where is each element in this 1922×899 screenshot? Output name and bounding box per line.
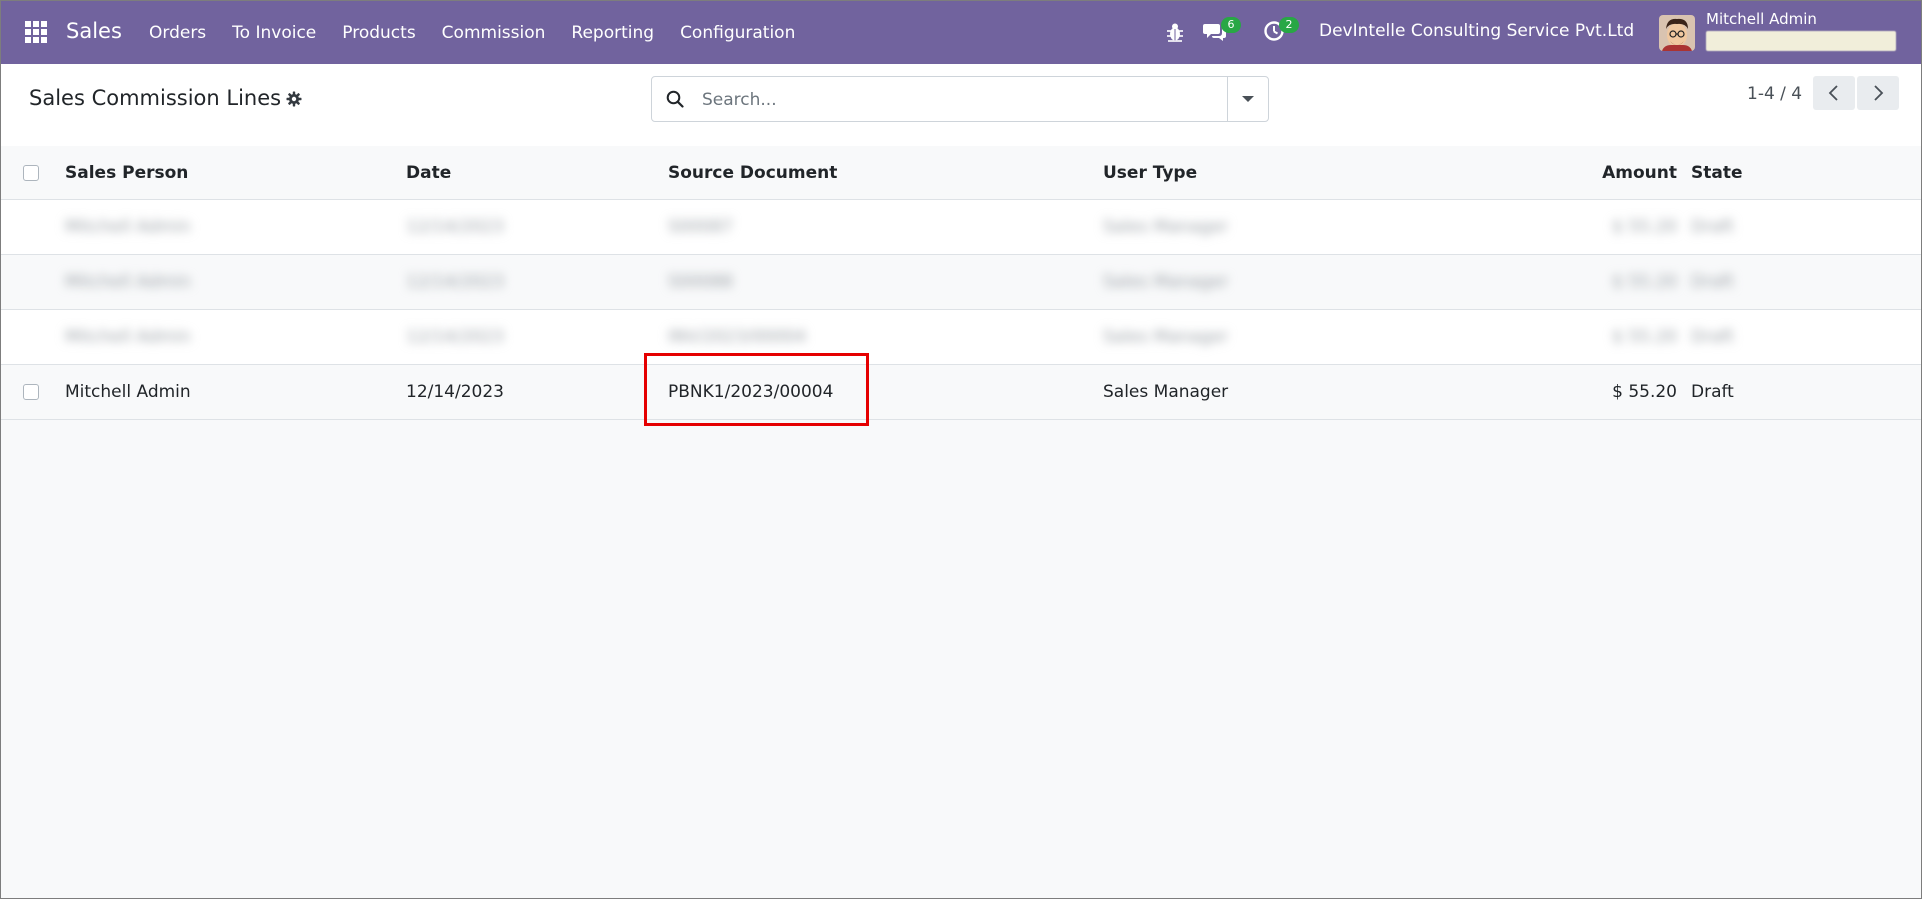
column-header-amount[interactable]: Amount: [1602, 146, 1677, 199]
chevron-left-icon: [1828, 85, 1838, 101]
user-type-cell: Sales Manager: [1103, 327, 1229, 347]
table-row-blurred[interactable]: Mitchell Admin 12/14/2023 S00087 Sales M…: [1, 200, 1921, 255]
table-row-blurred[interactable]: Mitchell Admin 12/14/2023 INV/2023/00004…: [1, 310, 1921, 365]
pager-previous-button[interactable]: [1813, 76, 1855, 110]
app-brand[interactable]: Sales: [66, 19, 122, 43]
user-type-cell: Sales Manager: [1103, 272, 1229, 292]
user-name[interactable]: Mitchell Admin: [1706, 10, 1817, 28]
sales-person-cell: Mitchell Admin: [65, 217, 191, 237]
state-cell: Draft: [1691, 327, 1734, 347]
systray: 6 2 DevIntelle Consulting Service Pvt.Lt…: [1165, 1, 1921, 64]
state-cell: Draft: [1691, 382, 1734, 402]
database-name-redacted: [1706, 31, 1896, 51]
menu-item-configuration[interactable]: Configuration: [667, 23, 808, 43]
user-type-cell: Sales Manager: [1103, 217, 1229, 237]
state-cell: Draft: [1691, 217, 1734, 237]
amount-cell: $ 55.20: [1612, 382, 1677, 402]
sales-person-cell: Mitchell Admin: [65, 327, 191, 347]
user-type-cell: Sales Manager: [1103, 382, 1229, 402]
column-header-state[interactable]: State: [1691, 146, 1743, 199]
amount-cell: $ 55.20: [1612, 217, 1677, 237]
source-document-cell: INV/2023/00004: [668, 327, 807, 347]
main-menu: Orders To Invoice Products Commission Re…: [136, 1, 808, 64]
page-title: Sales Commission Lines: [29, 86, 282, 110]
control-panel: Sales Commission Lines 1-4 / 4: [1, 64, 1921, 147]
menu-item-products[interactable]: Products: [329, 23, 428, 43]
date-cell: 12/14/2023: [406, 327, 504, 347]
amount-cell: $ 55.20: [1612, 327, 1677, 347]
column-header-sales-person[interactable]: Sales Person: [65, 146, 188, 199]
column-header-source-document[interactable]: Source Document: [668, 146, 837, 199]
top-navbar: Sales Orders To Invoice Products Commiss…: [1, 1, 1921, 64]
menu-item-reporting[interactable]: Reporting: [558, 23, 667, 43]
menu-item-to-invoice[interactable]: To Invoice: [219, 23, 329, 43]
bug-icon[interactable]: [1165, 21, 1185, 43]
chevron-right-icon: [1874, 85, 1884, 101]
date-cell: 12/14/2023: [406, 382, 504, 402]
menu-item-orders[interactable]: Orders: [136, 23, 219, 43]
messages-count-badge: 6: [1221, 17, 1241, 33]
search-icon: [666, 90, 684, 108]
gear-icon[interactable]: [286, 91, 302, 107]
caret-down-icon: [1242, 96, 1254, 102]
row-checkbox[interactable]: [23, 384, 39, 400]
search-input[interactable]: [700, 77, 1204, 123]
pager-value[interactable]: 1-4 / 4: [1747, 84, 1802, 104]
commission-lines-list: Sales Person Date Source Document User T…: [1, 146, 1921, 420]
source-document-cell: S00087: [668, 217, 733, 237]
date-cell: 12/14/2023: [406, 217, 504, 237]
pager-next-button[interactable]: [1857, 76, 1899, 110]
source-document-cell: PBNK1/2023/00004: [668, 382, 834, 402]
table-row[interactable]: Mitchell Admin 12/14/2023 PBNK1/2023/000…: [1, 365, 1921, 420]
sales-person-cell: Mitchell Admin: [65, 382, 191, 402]
user-avatar[interactable]: [1659, 15, 1695, 51]
state-cell: Draft: [1691, 272, 1734, 292]
source-document-cell: S00088: [668, 272, 733, 292]
company-switcher[interactable]: DevIntelle Consulting Service Pvt.Ltd: [1319, 21, 1634, 41]
search-options-toggle[interactable]: [1227, 77, 1268, 121]
search-bar: [651, 76, 1269, 123]
activities-count-badge: 2: [1279, 17, 1299, 33]
column-header-date[interactable]: Date: [406, 146, 451, 199]
menu-item-commission[interactable]: Commission: [429, 23, 559, 43]
select-all-checkbox[interactable]: [23, 164, 39, 181]
date-cell: 12/14/2023: [406, 272, 504, 292]
table-header: Sales Person Date Source Document User T…: [1, 146, 1921, 200]
table-row-blurred[interactable]: Mitchell Admin 12/14/2023 S00088 Sales M…: [1, 255, 1921, 310]
sales-person-cell: Mitchell Admin: [65, 272, 191, 292]
column-header-user-type[interactable]: User Type: [1103, 146, 1197, 199]
amount-cell: $ 55.20: [1612, 272, 1677, 292]
app-menu-icon[interactable]: [25, 21, 47, 43]
